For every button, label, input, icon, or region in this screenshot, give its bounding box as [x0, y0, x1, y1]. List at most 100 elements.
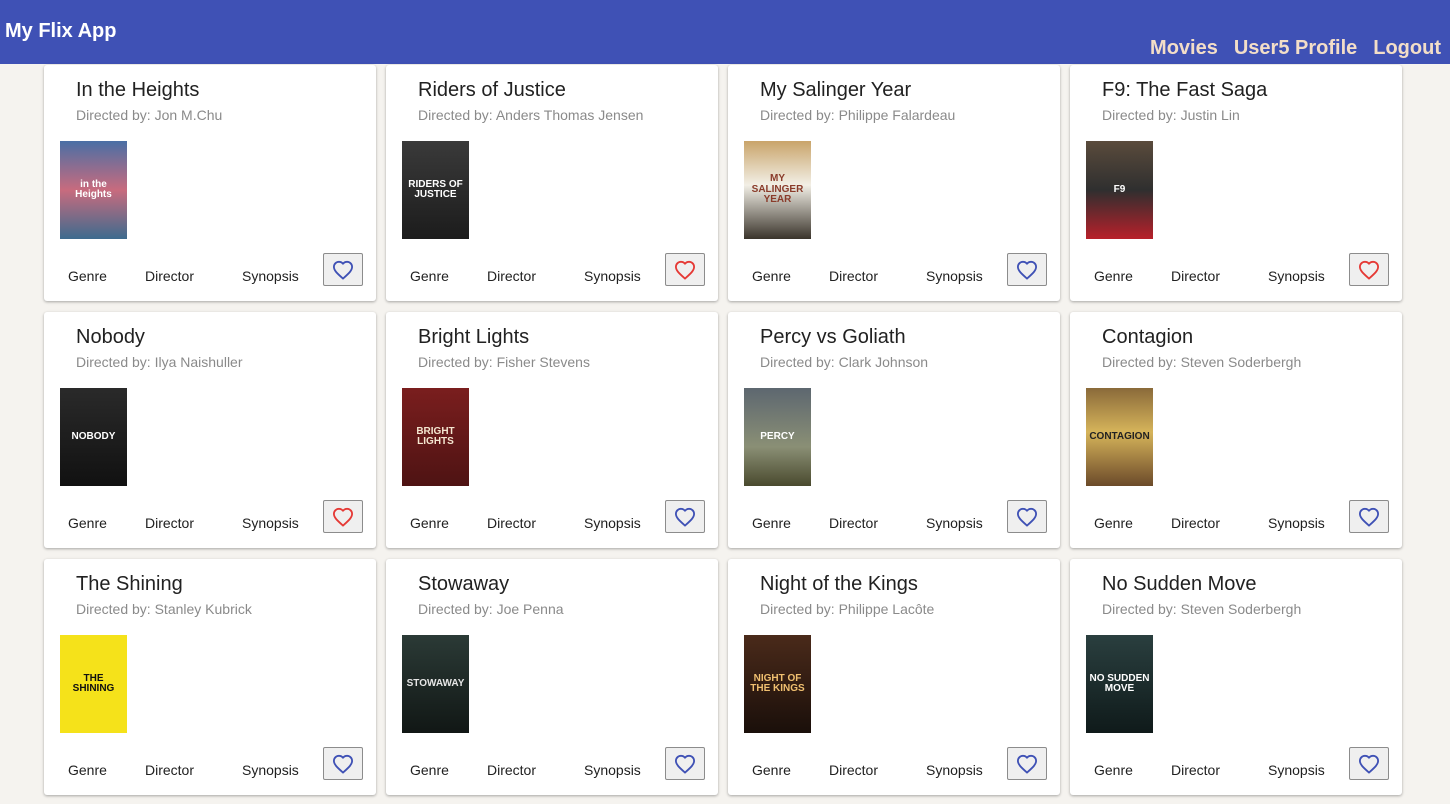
- app-title[interactable]: My Flix App: [5, 20, 116, 43]
- movie-card: Nobody Directed by: Ilya Naishuller NOBODY…: [44, 312, 376, 548]
- movie-poster[interactable]: NO SUDDEN MOVE: [1086, 635, 1153, 733]
- synopsis-button[interactable]: Synopsis: [926, 762, 983, 778]
- movie-title: No Sudden Move: [1102, 573, 1257, 595]
- favorite-button[interactable]: [1349, 747, 1389, 780]
- heart-icon: [1358, 507, 1379, 527]
- director-button[interactable]: Director: [487, 762, 536, 778]
- heart-icon: [1017, 507, 1037, 527]
- favorite-button[interactable]: [1349, 500, 1389, 533]
- favorite-button[interactable]: [323, 747, 363, 780]
- movie-poster[interactable]: NOBODY: [60, 388, 127, 486]
- heart-icon: [1017, 260, 1037, 280]
- favorite-button[interactable]: [1349, 253, 1389, 286]
- movie-poster[interactable]: CONTAGION: [1086, 388, 1153, 486]
- director-button[interactable]: Director: [829, 762, 878, 778]
- director-button[interactable]: Director: [487, 515, 536, 531]
- movie-director: Directed by: Fisher Stevens: [418, 354, 590, 370]
- genre-button[interactable]: Genre: [68, 762, 107, 778]
- movie-card: In the Heights Directed by: Jon M.Chu in t…: [44, 65, 376, 301]
- synopsis-button[interactable]: Synopsis: [926, 515, 983, 531]
- genre-button[interactable]: Genre: [68, 515, 107, 531]
- movie-director: Directed by: Philippe Falardeau: [760, 107, 956, 123]
- genre-button[interactable]: Genre: [410, 268, 449, 284]
- favorite-button[interactable]: [1007, 747, 1047, 780]
- nav-logout-link[interactable]: Logout: [1373, 37, 1441, 60]
- synopsis-button[interactable]: Synopsis: [584, 762, 641, 778]
- movie-poster[interactable]: F9: [1086, 141, 1153, 239]
- movie-title: Contagion: [1102, 326, 1194, 348]
- movie-card: Percy vs Goliath Directed by: Clark Johns…: [728, 312, 1060, 548]
- synopsis-button[interactable]: Synopsis: [584, 268, 641, 284]
- director-button[interactable]: Director: [145, 762, 194, 778]
- nav-profile-link[interactable]: User5 Profile: [1234, 37, 1357, 60]
- genre-button[interactable]: Genre: [1094, 268, 1133, 284]
- movie-director: Directed by: Clark Johnson: [760, 354, 929, 370]
- heart-icon: [675, 507, 695, 527]
- movie-title: Stowaway: [418, 573, 510, 595]
- favorite-button[interactable]: [323, 500, 363, 533]
- movie-title: Riders of Justice: [418, 79, 566, 101]
- favorite-button[interactable]: [665, 253, 705, 286]
- director-button[interactable]: Director: [829, 515, 878, 531]
- genre-button[interactable]: Genre: [410, 762, 449, 778]
- movie-director: Directed by: Anders Thomas Jensen: [418, 107, 644, 123]
- director-button[interactable]: Director: [145, 268, 194, 284]
- genre-button[interactable]: Genre: [752, 268, 791, 284]
- nav-movies-link[interactable]: Movies: [1150, 37, 1218, 60]
- movie-director: Directed by: Steven Soderbergh: [1102, 354, 1302, 370]
- genre-button[interactable]: Genre: [752, 762, 791, 778]
- favorite-button[interactable]: [1007, 500, 1047, 533]
- synopsis-button[interactable]: Synopsis: [1268, 762, 1325, 778]
- movie-poster[interactable]: NIGHT OF THE KINGS: [744, 635, 811, 733]
- movie-poster[interactable]: in the Heights: [60, 141, 127, 239]
- movie-card: No Sudden Move Directed by: Steven Soderb…: [1070, 559, 1402, 795]
- director-button[interactable]: Director: [1171, 762, 1220, 778]
- genre-button[interactable]: Genre: [1094, 762, 1133, 778]
- movie-card: Bright Lights Directed by: Fisher Stevens…: [386, 312, 718, 548]
- heart-icon: [1017, 754, 1037, 774]
- movie-title: Percy vs Goliath: [760, 326, 906, 348]
- synopsis-button[interactable]: Synopsis: [1268, 268, 1325, 284]
- genre-button[interactable]: Genre: [410, 515, 449, 531]
- heart-icon: [675, 260, 695, 280]
- director-button[interactable]: Director: [487, 268, 536, 284]
- movie-card: Riders of Justice Directed by: Anders Tho…: [386, 65, 718, 301]
- synopsis-button[interactable]: Synopsis: [242, 268, 299, 284]
- genre-button[interactable]: Genre: [1094, 515, 1133, 531]
- heart-icon: [1358, 754, 1379, 774]
- synopsis-button[interactable]: Synopsis: [242, 762, 299, 778]
- director-button[interactable]: Director: [829, 268, 878, 284]
- synopsis-button[interactable]: Synopsis: [584, 515, 641, 531]
- synopsis-button[interactable]: Synopsis: [926, 268, 983, 284]
- favorite-button[interactable]: [323, 253, 363, 286]
- movie-card: Night of the Kings Directed by: Philippe …: [728, 559, 1060, 795]
- favorite-button[interactable]: [665, 500, 705, 533]
- director-button[interactable]: Director: [1171, 268, 1220, 284]
- movie-director: Directed by: Steven Soderbergh: [1102, 601, 1302, 617]
- movie-poster[interactable]: BRIGHT LIGHTS: [402, 388, 469, 486]
- genre-button[interactable]: Genre: [68, 268, 107, 284]
- movie-poster[interactable]: STOWAWAY: [402, 635, 469, 733]
- movie-card: F9: The Fast Saga Directed by: Justin Lin…: [1070, 65, 1402, 301]
- favorite-button[interactable]: [665, 747, 705, 780]
- movie-poster[interactable]: RIDERS OF JUSTICE: [402, 141, 469, 239]
- movie-card: The Shining Directed by: Stanley Kubrick T…: [44, 559, 376, 795]
- synopsis-button[interactable]: Synopsis: [242, 515, 299, 531]
- favorite-button[interactable]: [1007, 253, 1047, 286]
- heart-icon: [332, 507, 353, 527]
- nav-links: Movies User5 Profile Logout: [1150, 37, 1441, 60]
- movie-poster[interactable]: PERCY: [744, 388, 811, 486]
- movie-poster[interactable]: THE SHINING: [60, 635, 127, 733]
- movie-card: Contagion Directed by: Steven Soderbergh C…: [1070, 312, 1402, 548]
- director-button[interactable]: Director: [1171, 515, 1220, 531]
- movie-card: Stowaway Directed by: Joe Penna STOWAWAY Ge…: [386, 559, 718, 795]
- heart-icon: [332, 754, 353, 774]
- movie-director: Directed by: Jon M.Chu: [76, 107, 223, 123]
- movie-card: My Salinger Year Directed by: Philippe Fa…: [728, 65, 1060, 301]
- movie-title: Bright Lights: [418, 326, 530, 348]
- director-button[interactable]: Director: [145, 515, 194, 531]
- movie-title: Night of the Kings: [760, 573, 918, 595]
- synopsis-button[interactable]: Synopsis: [1268, 515, 1325, 531]
- movie-poster[interactable]: MY SALINGER YEAR: [744, 141, 811, 239]
- genre-button[interactable]: Genre: [752, 515, 791, 531]
